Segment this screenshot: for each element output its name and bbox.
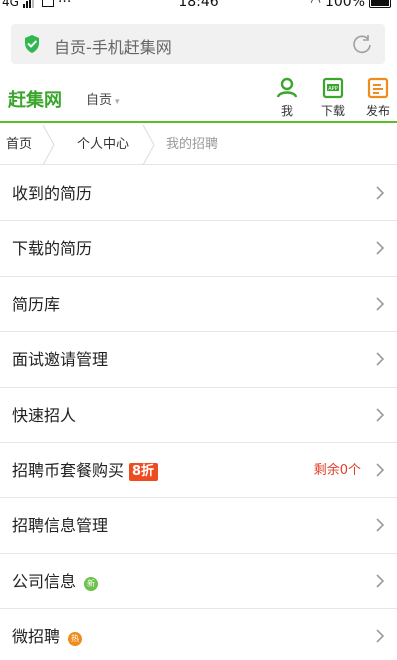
chevron-right-icon	[376, 352, 385, 366]
chevron-right-icon	[376, 518, 385, 532]
user-icon	[276, 77, 298, 98]
svg-text:APP: APP	[328, 86, 337, 92]
menu-item-label: 微招聘	[12, 627, 61, 647]
new-badge-icon: 新	[84, 576, 99, 591]
menu-item-quick-hire[interactable]: 快速招人	[0, 387, 397, 443]
status-bar: 4G ··· 18:46 ◠ 100%	[0, 0, 397, 10]
header-btn-download-label: 下载	[320, 104, 345, 118]
menu-item-label: 快速招人	[12, 405, 77, 425]
hot-badge-icon: 热	[68, 632, 83, 647]
reload-icon[interactable]	[351, 33, 373, 55]
chevron-right-icon	[376, 407, 385, 422]
menu-item-downloaded-resumes[interactable]: 下载的简历	[0, 221, 397, 277]
menu-item-label: 下载的简历	[12, 239, 93, 259]
breadcrumb-home[interactable]: 首页	[6, 125, 32, 165]
menu-item-label: 收到的简历	[12, 184, 93, 203]
menu-item-resume-library[interactable]: 简历库	[0, 276, 397, 333]
menu-item-label: 招聘币套餐购买	[12, 460, 125, 480]
address-bar[interactable]: 自贡-手机赶集网	[11, 24, 385, 64]
discount-badge: 8折	[129, 462, 159, 481]
site-header: 赶集网 自贡 ▾ 我 APP 下载 发布	[0, 71, 397, 123]
header-btn-post[interactable]: 发布	[358, 76, 397, 120]
header-btn-post-label: 发布	[365, 104, 390, 118]
header-btn-me-label: 我	[280, 104, 293, 118]
chevron-right-icon	[376, 463, 385, 477]
breadcrumb-separator-icon	[42, 125, 55, 165]
menu-item-label: 面试邀请管理	[12, 350, 109, 370]
header-btn-me[interactable]: 我	[267, 76, 307, 120]
page: 4G ··· 18:46 ◠ 100% 自贡-手机赶集网 赶集网 自贡 ▾ 我 …	[0, 0, 397, 660]
menu-item-wechat-recruit[interactable]: 微招聘热	[0, 609, 397, 660]
header-btn-download[interactable]: APP 下载	[313, 76, 353, 120]
menu-item-label-wrap: 招聘币套餐购买 8折	[12, 443, 159, 498]
menu-item-label: 简历库	[12, 294, 61, 314]
menu-item-label-wrap: 微招聘热	[12, 609, 83, 660]
menu-item-received-resumes[interactable]: 收到的简历	[0, 166, 397, 222]
edit-post-icon	[367, 77, 389, 99]
address-text[interactable]: 自贡-手机赶集网	[54, 34, 172, 58]
breadcrumb: 首页 个人中心 我的招聘	[0, 125, 397, 165]
remaining-count: 剩余0个	[313, 462, 361, 478]
chevron-right-icon	[376, 629, 385, 643]
battery-icon	[369, 0, 391, 8]
menu-item-interview-invites[interactable]: 面试邀请管理	[0, 332, 397, 388]
city-label: 自贡	[86, 93, 113, 108]
recruit-menu-list: 收到的简历 下载的简历 简历库 面试邀请管理 快速招人 招聘币套餐购买 8折 剩余…	[0, 166, 397, 660]
menu-item-job-post-management[interactable]: 招聘信息管理	[0, 498, 397, 554]
battery-percent: 100%	[324, 0, 365, 10]
chevron-right-icon	[376, 574, 385, 588]
chevron-right-icon	[376, 241, 385, 255]
status-right: ◠ 100%	[310, 0, 391, 10]
shield-check-icon	[25, 35, 39, 53]
chevron-right-icon	[376, 186, 385, 200]
chevron-right-icon	[376, 297, 385, 311]
breadcrumb-profile[interactable]: 个人中心	[77, 125, 129, 165]
city-selector[interactable]: 自贡 ▾	[86, 89, 120, 108]
breadcrumb-current: 我的招聘	[166, 137, 219, 152]
wifi-icon: ◠	[310, 0, 321, 9]
menu-item-label: 公司信息	[12, 571, 77, 591]
menu-item-label: 招聘信息管理	[12, 516, 109, 536]
brand-logo[interactable]: 赶集网	[8, 86, 62, 112]
menu-item-company-info[interactable]: 公司信息新	[0, 553, 397, 610]
chevron-down-icon: ▾	[115, 97, 120, 107]
menu-item-label-wrap: 公司信息新	[12, 554, 99, 609]
app-download-icon: APP	[322, 77, 344, 99]
breadcrumb-separator-icon	[142, 125, 155, 165]
menu-item-coin-package[interactable]: 招聘币套餐购买 8折 剩余0个	[0, 442, 397, 499]
